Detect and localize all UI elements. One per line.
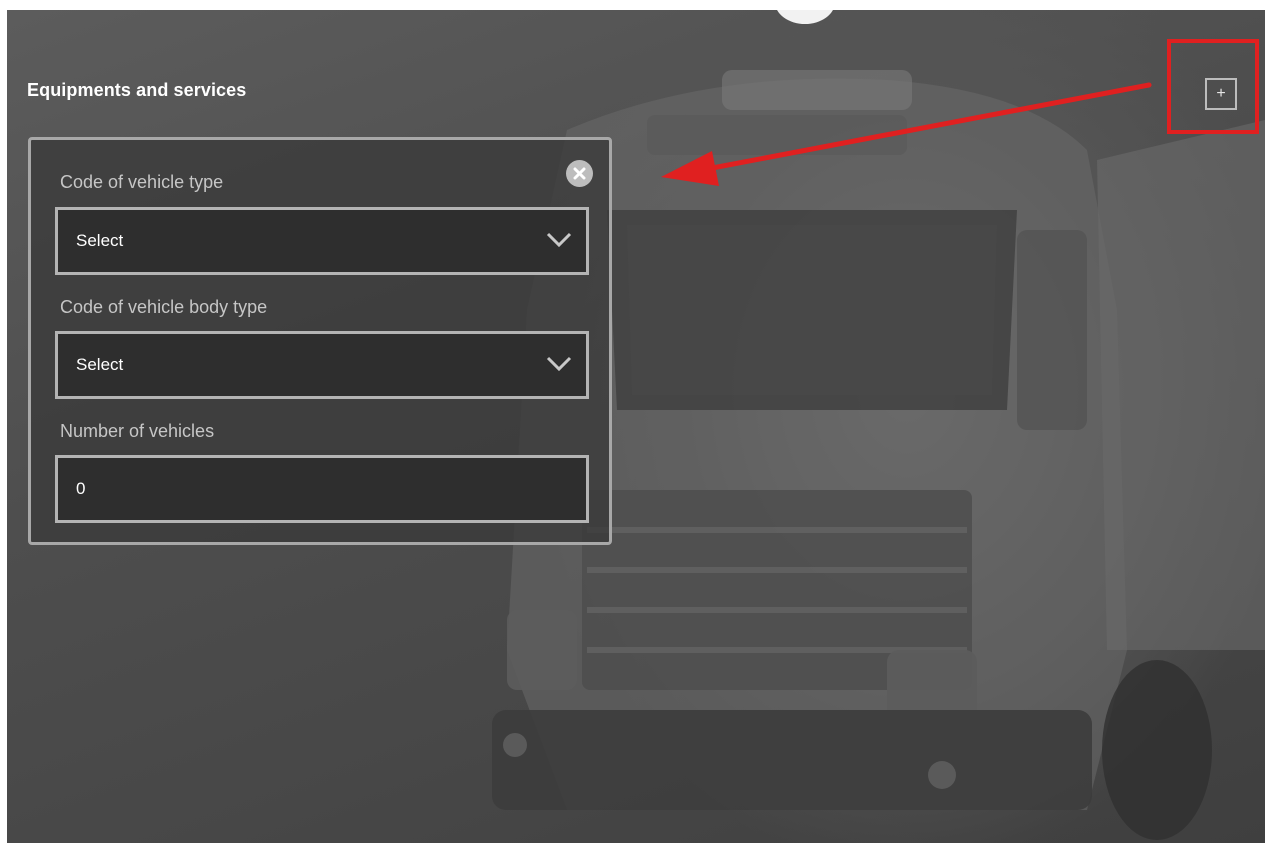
vehicle-body-type-label: Code of vehicle body type bbox=[60, 297, 268, 317]
background-truck-image: Equipments and services + Code of vehicl… bbox=[7, 10, 1265, 843]
vehicle-body-type-select[interactable]: Select bbox=[55, 331, 589, 399]
close-button[interactable] bbox=[566, 160, 593, 187]
number-of-vehicles-value: 0 bbox=[76, 479, 86, 498]
chevron-down-icon bbox=[546, 356, 572, 372]
vehicle-type-label: Code of vehicle type bbox=[60, 172, 224, 192]
vehicle-body-type-value: Select bbox=[76, 355, 124, 374]
add-equipment-button[interactable]: + bbox=[1205, 78, 1237, 110]
vehicle-form-panel: Code of vehicle type Select Code of vehi… bbox=[28, 137, 612, 545]
chevron-down-icon bbox=[546, 232, 572, 248]
vehicle-type-select[interactable]: Select bbox=[55, 207, 589, 275]
section-title: Equipments and services bbox=[27, 80, 247, 100]
plus-icon: + bbox=[1216, 85, 1226, 102]
number-of-vehicles-input[interactable]: 0 bbox=[55, 455, 589, 523]
number-of-vehicles-label: Number of vehicles bbox=[60, 421, 215, 441]
close-icon bbox=[573, 167, 586, 180]
vehicle-type-value: Select bbox=[76, 231, 124, 250]
